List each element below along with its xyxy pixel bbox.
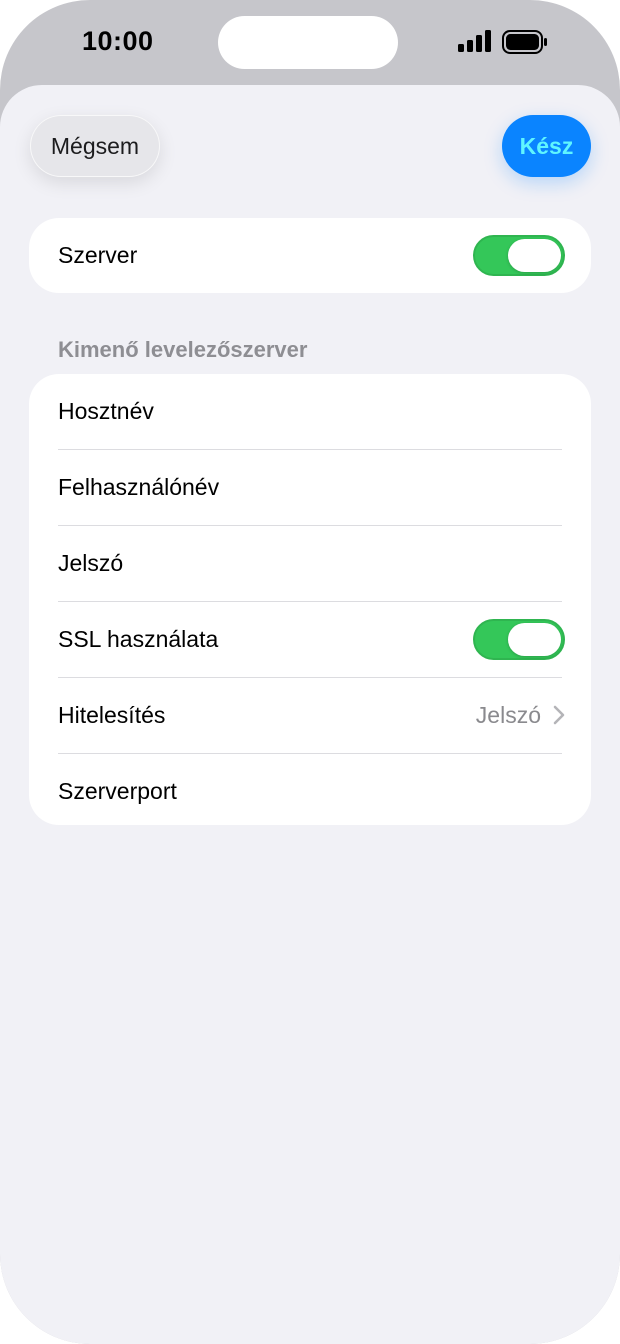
authentication-label: Hitelesítés bbox=[58, 701, 166, 728]
server-port-row[interactable]: Szerverport bbox=[29, 753, 591, 825]
battery-icon bbox=[502, 30, 547, 54]
server-toggle[interactable] bbox=[473, 235, 565, 276]
hostname-row[interactable]: Hosztnév bbox=[29, 374, 591, 449]
server-card: Szerver bbox=[29, 218, 591, 293]
username-label: Felhasználónév bbox=[58, 473, 220, 500]
dynamic-island bbox=[218, 16, 398, 69]
settings-sheet: Mégsem Kész Szerver Kimenő levelezőszerv… bbox=[0, 85, 620, 1344]
ssl-label: SSL használata bbox=[58, 625, 219, 652]
signal-bars-icon bbox=[458, 30, 491, 52]
outgoing-server-card: Hosztnév Felhasználónév Jelszó SSL haszn… bbox=[29, 374, 591, 825]
username-row[interactable]: Felhasználónév bbox=[29, 449, 591, 525]
server-port-label: Szerverport bbox=[58, 777, 177, 804]
ssl-row[interactable]: SSL használata bbox=[29, 601, 591, 677]
authentication-row[interactable]: Hitelesítés Jelszó bbox=[29, 677, 591, 753]
authentication-value: Jelszó bbox=[475, 701, 541, 728]
cancel-button[interactable]: Mégsem bbox=[30, 115, 160, 177]
hostname-label: Hosztnév bbox=[58, 398, 154, 424]
server-row[interactable]: Szerver bbox=[29, 218, 591, 293]
password-row[interactable]: Jelszó bbox=[29, 525, 591, 601]
status-bar: 10:00 bbox=[0, 0, 620, 84]
section-header-outgoing: Kimenő levelezőszerver bbox=[58, 337, 308, 362]
chevron-right-icon bbox=[553, 705, 565, 725]
toggle-knob bbox=[508, 239, 561, 272]
password-label: Jelszó bbox=[58, 549, 124, 576]
done-button[interactable]: Kész bbox=[502, 115, 591, 177]
ssl-toggle[interactable] bbox=[473, 618, 565, 660]
status-time: 10:00 bbox=[82, 26, 154, 56]
phone-frame: 10:00 Mégsem Kész Szerver Kimenő levelez… bbox=[0, 0, 620, 1344]
server-label: Szerver bbox=[58, 242, 138, 268]
toggle-knob bbox=[508, 622, 561, 656]
